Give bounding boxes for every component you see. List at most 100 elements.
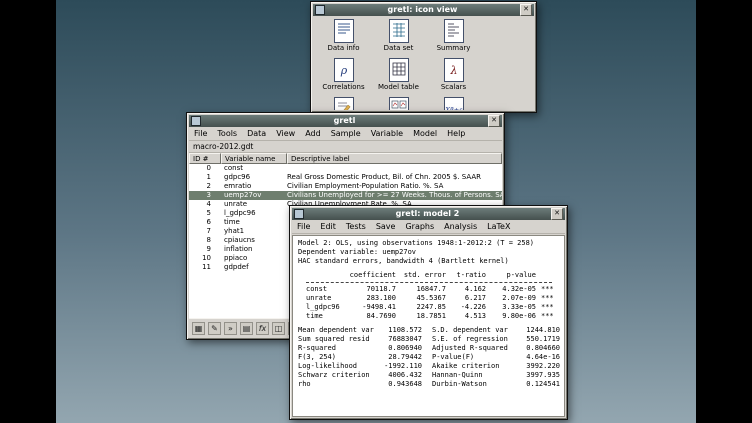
variable-id: 11 (189, 263, 221, 272)
stat-label: Adjusted R-squared (422, 344, 518, 353)
main-titlebar[interactable]: gretl ✕ (189, 115, 502, 127)
variable-label: Civilian Employment-Population Ratio. %.… (287, 182, 502, 191)
correlations-icon: ρ (334, 58, 354, 82)
menu-latex[interactable]: LaTeX (482, 220, 515, 233)
stat-label: Log-likelihood (298, 362, 380, 371)
coef-name: time (298, 312, 346, 321)
dataset-name-bar: macro-2012.gdt (189, 141, 502, 153)
t-ratio: -4.226 (446, 303, 486, 312)
variable-name: unrate (221, 200, 287, 209)
coef-name: unrate (298, 294, 346, 303)
svg-text:λ: λ (449, 64, 457, 77)
session-icon-model-table[interactable]: Model table (371, 58, 426, 97)
t-ratio: 4.162 (446, 285, 486, 294)
model-output: Model 2: OLS, using observations 1948:1-… (292, 235, 565, 417)
variable-name: cpiaucns (221, 236, 287, 245)
significance-stars: *** (536, 303, 560, 312)
variable-id: 9 (189, 245, 221, 254)
variable-id: 1 (189, 173, 221, 182)
menu-data[interactable]: Data (242, 127, 271, 140)
coef-row-unrate: unrate283.10045.53676.2172.07e-09*** (298, 294, 559, 303)
t-ratio: 6.217 (446, 294, 486, 303)
model-stat-row: rho0.943648Durbin-Watson0.124541 (298, 380, 559, 389)
session-icon-summary[interactable]: Summary (426, 19, 481, 58)
coef-row-const: const70118.716847.74.1624.32e-05*** (298, 285, 559, 294)
database-icon[interactable]: ◫ (272, 322, 285, 335)
variable-id: 7 (189, 227, 221, 236)
menu-tests[interactable]: Tests (341, 220, 371, 233)
significance-stars: *** (536, 285, 560, 294)
menu-edit[interactable]: Edit (315, 220, 341, 233)
close-icon[interactable]: ✕ (520, 4, 532, 16)
variable-id: 10 (189, 254, 221, 263)
icon-view-window: gretl: icon view ✕ Data infoData setSumm… (310, 1, 537, 113)
model-stat-row: R-squared0.806940Adjusted R-squared0.804… (298, 344, 559, 353)
t-ratio: 4.513 (446, 312, 486, 321)
menu-sample[interactable]: Sample (326, 127, 366, 140)
stat-label: Akaike criterion (422, 362, 518, 371)
coef-table-rule (306, 282, 552, 283)
menu-model[interactable]: Model (408, 127, 442, 140)
menu-add[interactable]: Add (300, 127, 326, 140)
coef-name: l_gdpc96 (298, 303, 346, 312)
session-icon-graph-page[interactable]: Graph page (371, 97, 426, 110)
session-icon-correlations[interactable]: ρCorrelations (316, 58, 371, 97)
session-icon-model[interactable]: Xβ+ε (426, 97, 481, 110)
column-header-name[interactable]: Variable name (221, 153, 287, 164)
stat-label: R-squared (298, 344, 380, 353)
menu-variable[interactable]: Variable (366, 127, 408, 140)
column-header-id[interactable]: ID # (189, 153, 221, 164)
stat-value: 0.806940 (380, 344, 422, 353)
menu-tools[interactable]: Tools (212, 127, 242, 140)
variable-name: gdpc96 (221, 173, 287, 182)
menu-file[interactable]: File (189, 127, 212, 140)
variable-name: inflation (221, 245, 287, 254)
coef-table-header: coefficientstd. errort-ratiop-value (298, 271, 559, 280)
summary-icon (444, 19, 464, 43)
menu-analysis[interactable]: Analysis (439, 220, 482, 233)
menu-save[interactable]: Save (371, 220, 401, 233)
variable-label (287, 164, 502, 173)
variable-id: 2 (189, 182, 221, 191)
session-icon-notes[interactable]: Notes (316, 97, 371, 110)
close-icon[interactable]: ✕ (488, 115, 500, 127)
column-header-label[interactable]: Descriptive label (287, 153, 502, 164)
stat-label: Mean dependent var (298, 326, 380, 335)
variable-row-const[interactable]: 0const (189, 164, 502, 173)
session-icon-label: Correlations (322, 83, 364, 92)
stat-value: 0.943648 (380, 380, 422, 389)
model-window: gretl: model 2 ✕ FileEditTestsSaveGraphs… (289, 205, 568, 420)
icon-view-icon[interactable]: ▤ (240, 322, 253, 335)
significance-stars: *** (536, 312, 560, 321)
variable-row-emratio[interactable]: 2emratioCivilian Employment-Population R… (189, 182, 502, 191)
coefficient: 70118.7 (346, 285, 396, 294)
calculator-icon[interactable]: ▦ (192, 322, 205, 335)
variable-label: Civilians Unemployed for >= 27 Weeks. Th… (287, 191, 502, 200)
stat-value: 4006.432 (380, 371, 422, 380)
console-icon[interactable]: » (224, 322, 237, 335)
variable-row-gdpc96[interactable]: 1gdpc96Real Gross Domestic Product, Bil.… (189, 173, 502, 182)
menu-help[interactable]: Help (442, 127, 470, 140)
session-icon-data-info[interactable]: Data info (316, 19, 371, 58)
stat-value: 0.804660 (518, 344, 560, 353)
function-packages-icon[interactable]: fx (256, 322, 269, 335)
model-header-line: Model 2: OLS, using observations 1948:1-… (298, 239, 559, 248)
stat-label: Durbin-Watson (422, 380, 518, 389)
menu-file[interactable]: File (292, 220, 315, 233)
menu-graphs[interactable]: Graphs (400, 220, 439, 233)
menu-view[interactable]: View (271, 127, 300, 140)
new-script-icon[interactable]: ✎ (208, 322, 221, 335)
session-icon-data-set[interactable]: Data set (371, 19, 426, 58)
session-icon-scalars[interactable]: λScalars (426, 58, 481, 97)
variable-name: emratio (221, 182, 287, 191)
close-icon[interactable]: ✕ (551, 208, 563, 220)
model-stat-row: Mean dependent var1108.572S.D. dependent… (298, 326, 559, 335)
stat-value: 28.79442 (380, 353, 422, 362)
model-titlebar[interactable]: gretl: model 2 ✕ (292, 208, 565, 220)
icon-view-titlebar[interactable]: gretl: icon view ✕ (313, 4, 534, 16)
variable-name: ppiaco (221, 254, 287, 263)
variable-id: 6 (189, 218, 221, 227)
scalars-icon: λ (444, 58, 464, 82)
std-error: 18.7851 (396, 312, 446, 321)
variable-row-uemp27ov[interactable]: 3uemp27ovCivilians Unemployed for >= 27 … (189, 191, 502, 200)
